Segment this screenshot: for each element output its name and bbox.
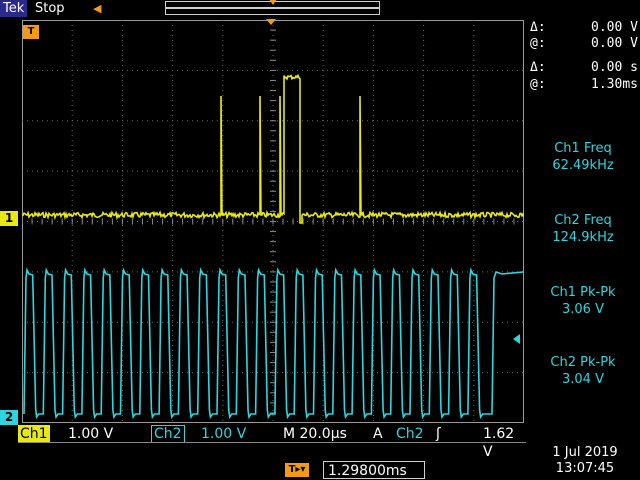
ch1-pkpk-value: 3.06 V [562, 302, 604, 317]
timebase-setting: M 20.0µs [283, 426, 347, 442]
record-length-bar [165, 0, 380, 15]
trigger-point-icon [269, 0, 277, 5]
trigger-level-icon [513, 334, 520, 344]
trigger-offset-icon: T▸▾ [285, 463, 309, 477]
ch1-freq-label: Ch1 Freq [554, 141, 612, 156]
trigger-mode: A [373, 426, 383, 442]
ch2-freq-value: 124.9kHz [552, 230, 614, 245]
settings-status-bar: Ch1 1.00 V Ch2 1.00 V M 20.0µs A Ch2 ʃ 1… [18, 425, 526, 460]
ch1-freq-value: 62.49kHz [552, 158, 614, 173]
ch1-pkpk-label: Ch1 Pk-Pk [550, 285, 616, 300]
trigger-center-icon [266, 19, 276, 25]
ch1-tag[interactable]: Ch1 [18, 425, 50, 443]
trigger-source: Ch2 [396, 426, 424, 442]
ch1-volts-per-div: 1.00 V [68, 426, 114, 442]
brand-logo: Tek [0, 0, 28, 17]
ch2-volts-per-div: 1.00 V [201, 426, 247, 442]
trigger-level: 1.62 V [483, 426, 515, 460]
ch2-ground-marker: 2 [0, 410, 18, 425]
ch2-pkpk-label: Ch2 Pk-Pk [550, 355, 616, 370]
rising-edge-icon: ʃ [436, 426, 441, 442]
horizontal-position-value: 1.29800ms [323, 461, 425, 479]
ch2-pkpk-value: 3.04 V [562, 372, 604, 387]
trigger-position-icon: T [23, 25, 39, 39]
date-display: 1 Jul 2019 [552, 445, 618, 460]
ch1-ground-marker: 1 [0, 211, 18, 226]
ch2-freq-label: Ch2 Freq [554, 213, 612, 228]
measurement-panel: Δ: 0.00 V @: 0.00 V Δ: 0.00 s @: 1.30ms Ch1 … [526, 0, 640, 480]
trigger-position-left-icon: ◀ [93, 2, 102, 15]
acquisition-state: Stop [35, 1, 65, 16]
ch2-tag[interactable]: Ch2 [151, 425, 185, 443]
time-display: 13:07:45 [555, 461, 615, 476]
waveform-display [22, 20, 524, 423]
status-divider [18, 442, 526, 443]
